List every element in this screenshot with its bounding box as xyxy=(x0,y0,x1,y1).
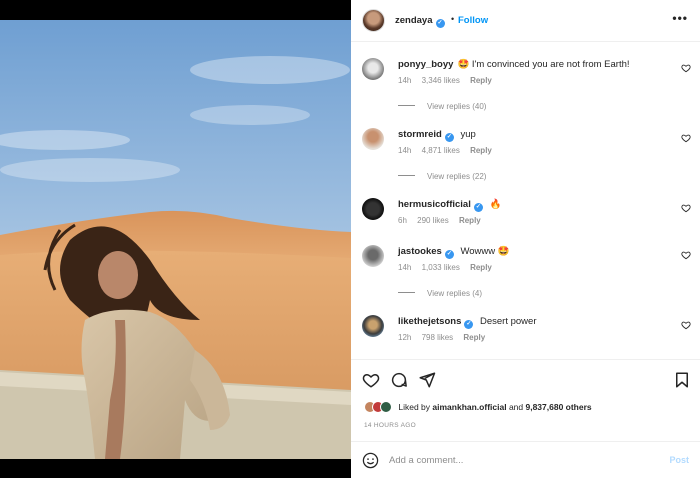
commenter-avatar[interactable] xyxy=(362,128,384,150)
replies-line xyxy=(398,105,415,106)
liked-by-and: and xyxy=(506,402,526,412)
commenter-username-text[interactable]: jastookes xyxy=(398,246,442,257)
commenter-avatar[interactable] xyxy=(362,315,384,337)
separator-dot: • xyxy=(451,14,455,24)
verified-icon: ✓ xyxy=(435,19,445,28)
post-comment-button[interactable]: Post xyxy=(669,455,689,465)
comment-time[interactable]: 12h xyxy=(398,333,411,342)
post-header: zendaya ✓ • Follow ••• xyxy=(351,0,700,42)
comment-likes[interactable]: 798 likes xyxy=(422,333,454,342)
liker-avatar xyxy=(380,401,392,413)
author-avatar[interactable] xyxy=(362,9,385,32)
comment-likes[interactable]: 1,033 likes xyxy=(422,263,460,272)
view-replies-button[interactable]: View replies (22) xyxy=(398,172,486,181)
post-details-panel: zendaya ✓ • Follow ••• ponyy_boyy 🤩 I'm co… xyxy=(351,0,700,478)
comment-body: yup xyxy=(460,129,476,140)
comment-emoji: 🔥 xyxy=(489,199,502,210)
commenter-username[interactable]: ponyy_boyy xyxy=(398,59,453,70)
comment-meta: 6h 290 likes Reply xyxy=(398,216,489,225)
more-options-icon[interactable]: ••• xyxy=(672,11,688,25)
commenter-username-text[interactable]: likethejetsons xyxy=(398,316,461,327)
commenter-username[interactable]: jastookes ✓ xyxy=(398,246,454,259)
reply-button[interactable]: Reply xyxy=(459,216,481,225)
commenter-username-text[interactable]: hermusicofficial xyxy=(398,199,471,210)
replies-line xyxy=(398,292,415,293)
desert-portrait-image xyxy=(0,20,351,459)
comment-meta: 14h 3,346 likes Reply xyxy=(398,76,500,85)
verified-icon: ✓ xyxy=(473,203,483,212)
view-replies-label[interactable]: View replies (40) xyxy=(427,102,486,111)
commenter-username[interactable]: likethejetsons ✓ xyxy=(398,316,474,329)
comment-time[interactable]: 14h xyxy=(398,146,411,155)
commenter-username-text[interactable]: stormreid xyxy=(398,129,442,140)
follow-button[interactable]: Follow xyxy=(458,15,488,26)
commenter-avatar[interactable] xyxy=(362,198,384,220)
comment-time[interactable]: 6h xyxy=(398,216,407,225)
comment-body: Wowww xyxy=(460,246,498,257)
view-replies-button[interactable]: View replies (4) xyxy=(398,289,482,298)
reply-button[interactable]: Reply xyxy=(470,76,492,85)
comment-text: ponyy_boyy 🤩 I'm convinced you are not fr… xyxy=(398,59,630,70)
comment-time[interactable]: 14h xyxy=(398,76,411,85)
commenter-avatar[interactable] xyxy=(362,245,384,267)
like-comment-heart-icon[interactable] xyxy=(681,203,691,213)
like-comment-heart-icon[interactable] xyxy=(681,63,691,73)
commenter-username[interactable]: hermusicofficial ✓ xyxy=(398,199,483,212)
comment-text: jastookes ✓ Wowww 🤩 xyxy=(398,246,510,259)
comment-emoji: 🤩 xyxy=(457,59,470,70)
verified-icon: ✓ xyxy=(464,320,474,329)
reply-button[interactable]: Reply xyxy=(463,333,485,342)
comment-meta: 14h 1,033 likes Reply xyxy=(398,263,500,272)
like-comment-heart-icon[interactable] xyxy=(681,133,691,143)
comment-meta: 14h 4,871 likes Reply xyxy=(398,146,500,155)
liked-by-user-link[interactable]: aimankhan.official xyxy=(432,402,506,412)
reply-button[interactable]: Reply xyxy=(470,263,492,272)
share-send-icon[interactable] xyxy=(418,371,436,389)
comment-likes[interactable]: 290 likes xyxy=(417,216,449,225)
comment-emoji: 🤩 xyxy=(497,246,510,257)
author-username[interactable]: zendaya ✓ xyxy=(395,15,445,28)
liked-by-others-link[interactable]: 9,837,680 others xyxy=(525,402,591,412)
comment-text: likethejetsons ✓ Desert power xyxy=(398,316,537,329)
comment-input[interactable] xyxy=(389,453,649,467)
like-heart-icon[interactable] xyxy=(362,371,380,389)
post-photo[interactable] xyxy=(0,20,351,459)
commenter-username[interactable]: stormreid ✓ xyxy=(398,129,454,142)
verified-icon: ✓ xyxy=(444,250,454,259)
post-actions: Liked by aimankhan.official and 9,837,68… xyxy=(351,359,700,441)
author-username-text[interactable]: zendaya xyxy=(395,15,433,26)
verified-icon: ✓ xyxy=(444,133,454,142)
view-replies-label[interactable]: View replies (22) xyxy=(427,172,486,181)
comment-body: Desert power xyxy=(480,316,537,327)
emoji-smile-icon[interactable] xyxy=(362,452,379,469)
like-comment-heart-icon[interactable] xyxy=(681,320,691,330)
comment-likes[interactable]: 4,871 likes xyxy=(422,146,460,155)
post-timestamp[interactable]: 14 HOURS AGO xyxy=(364,422,416,429)
liked-by-prefix: Liked by xyxy=(398,402,433,412)
view-replies-button[interactable]: View replies (40) xyxy=(398,102,486,111)
comment-bubble-icon[interactable] xyxy=(390,371,408,389)
comment-meta: 12h 798 likes Reply xyxy=(398,333,493,342)
save-bookmark-icon[interactable] xyxy=(673,371,691,389)
comment-time[interactable]: 14h xyxy=(398,263,411,272)
replies-line xyxy=(398,175,415,176)
post-modal: zendaya ✓ • Follow ••• ponyy_boyy 🤩 I'm co… xyxy=(0,0,700,478)
comment-text: stormreid ✓ yup xyxy=(398,129,476,142)
liked-by-summary: Liked by aimankhan.official and 9,837,68… xyxy=(364,401,592,413)
comment-likes[interactable]: 3,346 likes xyxy=(422,76,460,85)
reply-button[interactable]: Reply xyxy=(470,146,492,155)
commenter-avatar[interactable] xyxy=(362,58,384,80)
like-comment-heart-icon[interactable] xyxy=(681,250,691,260)
comment-text: hermusicofficial ✓ 🔥 xyxy=(398,199,501,212)
comment-body: I'm convinced you are not from Earth! xyxy=(469,59,630,70)
add-comment-bar: Post xyxy=(351,441,700,478)
view-replies-label[interactable]: View replies (4) xyxy=(427,289,482,298)
